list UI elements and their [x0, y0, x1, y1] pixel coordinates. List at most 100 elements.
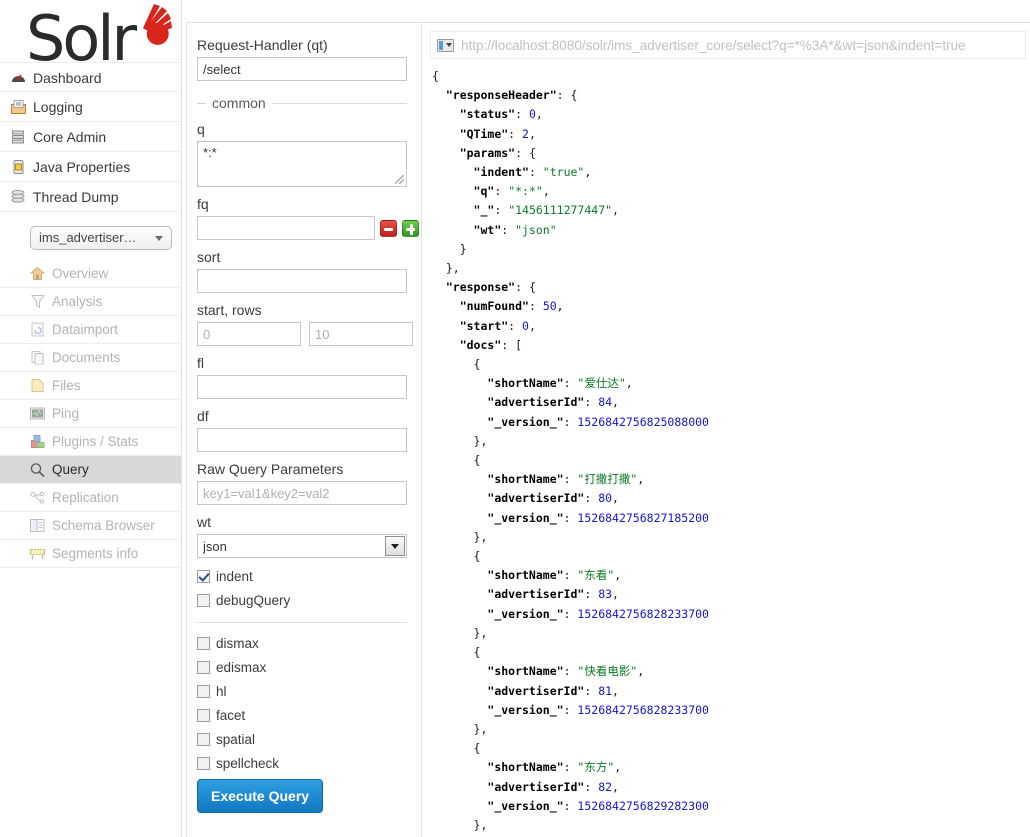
- indent-checkbox-row[interactable]: indent: [197, 564, 407, 588]
- rows-input[interactable]: [309, 322, 413, 346]
- start-rows-label: start, rows: [197, 302, 262, 318]
- core-nav-item-dataimport[interactable]: Dataimport: [0, 316, 181, 344]
- execute-query-button[interactable]: Execute Query: [197, 779, 324, 813]
- indent-checkbox[interactable]: [197, 569, 210, 583]
- dismax-checkbox[interactable]: [197, 636, 210, 650]
- spatial-checkbox-row[interactable]: spatial: [197, 727, 407, 751]
- debugquery-checkbox-row[interactable]: debugQuery: [197, 588, 407, 612]
- start-rows-row: [197, 322, 413, 346]
- ping-icon: [29, 405, 46, 422]
- spatial-checkbox[interactable]: [197, 732, 210, 746]
- core-selector-wrap: ims_advertiser…: [0, 212, 181, 260]
- spellcheck-checkbox-row[interactable]: spellcheck: [197, 751, 407, 775]
- core-nav-item-segments-info[interactable]: Segments info: [0, 540, 181, 568]
- wt-select-wrap: json: [197, 534, 407, 558]
- dismax-checkbox-row[interactable]: dismax: [197, 631, 407, 655]
- request-handler-input[interactable]: [197, 57, 407, 81]
- thread-dump-icon: [10, 189, 26, 205]
- result-url-bar[interactable]: http://localhost:8080/solr/ims_advertise…: [430, 31, 1026, 59]
- core-nav-item-documents[interactable]: Documents: [0, 344, 181, 372]
- core-nav-item-schema-browser[interactable]: Schema Browser: [0, 512, 181, 540]
- result-url-text: http://localhost:8080/solr/ims_advertise…: [461, 37, 966, 53]
- home-icon: [29, 265, 46, 282]
- replication-icon: [29, 489, 46, 506]
- raw-query-params-input[interactable]: [197, 481, 407, 505]
- window-dropdown-icon[interactable]: [437, 38, 454, 52]
- request-handler-label: Request-Handler (qt): [197, 37, 328, 53]
- nav-label: Logging: [33, 99, 83, 115]
- core-nav-item-query[interactable]: Query: [0, 456, 181, 484]
- core-nav-item-plugins-stats[interactable]: Plugins / Stats: [0, 428, 181, 456]
- core-selector[interactable]: ims_advertiser…: [30, 226, 172, 250]
- chevron-down-icon: [155, 236, 163, 241]
- fq-remove-button[interactable]: [380, 219, 397, 237]
- core-nav-label: Segments info: [52, 546, 139, 561]
- fq-input[interactable]: [197, 216, 375, 240]
- content-panel: Request-Handler (qt) common q *:* fq: [186, 22, 1030, 837]
- spatial-label: spatial: [216, 731, 256, 747]
- fl-label: fl: [197, 355, 204, 371]
- nav-label: Thread Dump: [33, 189, 119, 205]
- main-nav: Dashboard Logging Core Admin Java Proper…: [0, 62, 181, 212]
- sort-label: sort: [197, 249, 221, 265]
- q-input[interactable]: *:*: [197, 141, 407, 187]
- sort-input[interactable]: [197, 269, 407, 293]
- debugquery-checkbox[interactable]: [197, 593, 210, 607]
- wt-select[interactable]: json: [197, 534, 407, 558]
- legend-dash: [197, 102, 206, 104]
- nav-item-java-properties[interactable]: Java Properties: [0, 152, 181, 182]
- sidebar: Solr Dashboard Logging Core Admin Java P…: [0, 0, 182, 837]
- spellcheck-checkbox[interactable]: [197, 756, 210, 770]
- form-divider: [197, 622, 407, 623]
- core-nav: Overview Analysis Dataimport Documents F…: [0, 260, 181, 568]
- fq-add-button[interactable]: [402, 219, 419, 237]
- start-input[interactable]: [197, 322, 301, 346]
- dataimport-icon: [29, 321, 46, 338]
- raw-query-params-label: Raw Query Parameters: [197, 461, 344, 477]
- core-nav-label: Documents: [52, 350, 121, 365]
- debugquery-label: debugQuery: [216, 592, 291, 608]
- core-nav-item-overview[interactable]: Overview: [0, 260, 181, 288]
- core-nav-item-analysis[interactable]: Analysis: [0, 288, 181, 316]
- q-textarea-wrap: *:*: [197, 141, 407, 187]
- hl-label: hl: [216, 683, 227, 699]
- df-label: df: [197, 408, 209, 424]
- nav-item-logging[interactable]: Logging: [0, 92, 181, 122]
- spellcheck-label: spellcheck: [216, 755, 280, 771]
- q-label: q: [197, 121, 205, 137]
- legend-rule: [271, 102, 407, 104]
- facet-checkbox-row[interactable]: facet: [197, 703, 407, 727]
- core-nav-label: Query: [52, 462, 89, 477]
- magnifier-icon: [29, 461, 46, 478]
- nav-item-dashboard[interactable]: Dashboard: [0, 62, 181, 92]
- plugins-icon: [29, 433, 46, 450]
- core-nav-item-files[interactable]: Files: [0, 372, 181, 400]
- edismax-checkbox-row[interactable]: edismax: [197, 655, 407, 679]
- nav-item-core-admin[interactable]: Core Admin: [0, 122, 181, 152]
- indent-label: indent: [216, 568, 253, 584]
- facet-label: facet: [216, 707, 246, 723]
- files-icon: [29, 377, 46, 394]
- core-nav-label: Analysis: [52, 294, 103, 309]
- df-input[interactable]: [197, 428, 407, 452]
- core-nav-item-replication[interactable]: Replication: [0, 484, 181, 512]
- hl-checkbox-row[interactable]: hl: [197, 679, 407, 703]
- fq-label: fq: [197, 196, 209, 212]
- core-nav-label: Dataimport: [52, 322, 119, 337]
- json-response: { "responseHeader": { "status": 0, "QTim…: [432, 69, 709, 832]
- nav-item-thread-dump[interactable]: Thread Dump: [0, 182, 181, 212]
- nav-label: Core Admin: [33, 129, 107, 145]
- edismax-label: edismax: [216, 659, 267, 675]
- facet-checkbox[interactable]: [197, 708, 210, 722]
- funnel-icon: [29, 293, 46, 310]
- hl-checkbox[interactable]: [197, 684, 210, 698]
- fq-row: [197, 216, 419, 240]
- dashboard-icon: [10, 69, 26, 85]
- schema-browser-icon: [29, 517, 46, 534]
- fl-input[interactable]: [197, 375, 407, 399]
- core-nav-label: Ping: [52, 406, 80, 421]
- dismax-label: dismax: [216, 635, 259, 651]
- edismax-checkbox[interactable]: [197, 660, 210, 674]
- nav-label: Java Properties: [33, 159, 131, 175]
- core-nav-item-ping[interactable]: Ping: [0, 400, 181, 428]
